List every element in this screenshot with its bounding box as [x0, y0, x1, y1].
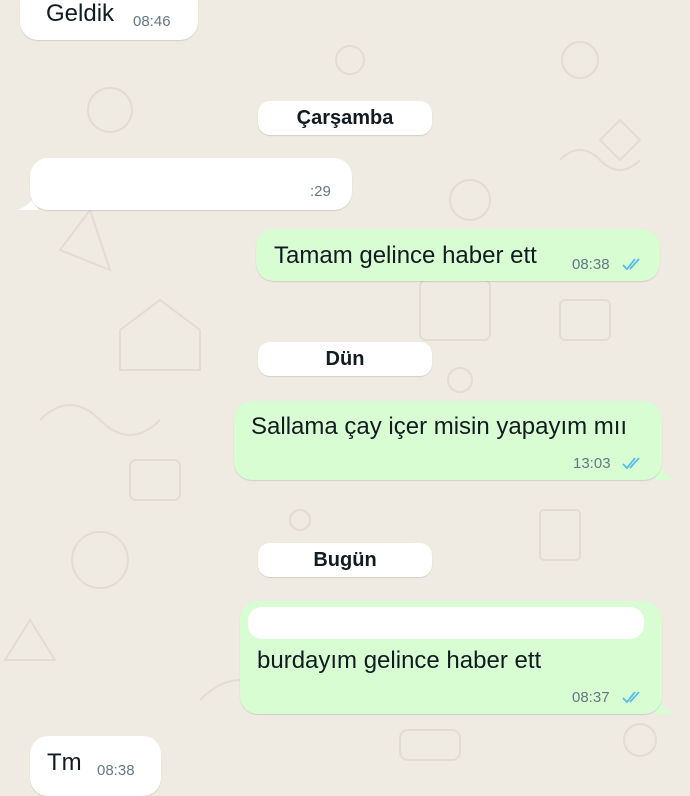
- day-separator: Bugün: [258, 543, 432, 577]
- read-double-check-icon: [622, 258, 640, 271]
- message-text: Tamam gelince haber ett: [274, 242, 537, 269]
- day-separator: Dün: [258, 342, 432, 376]
- message-bubble-incoming[interactable]: Geldik 08:46: [20, 0, 198, 40]
- message-timestamp: 08:38: [97, 762, 135, 779]
- message-timestamp: 08:46: [133, 13, 171, 30]
- message-bubble-incoming[interactable]: Tm 08:38: [30, 736, 161, 796]
- message-bubble-outgoing[interactable]: Tamam gelince haber ett 08:38: [256, 229, 660, 281]
- message-timestamp: 13:03: [573, 455, 611, 472]
- read-double-check-icon: [622, 691, 640, 704]
- message-text: Tm: [47, 749, 82, 776]
- message-timestamp: 08:37: [572, 689, 610, 706]
- message-timestamp: :29: [310, 183, 331, 200]
- message-timestamp: 08:38: [572, 256, 610, 273]
- day-separator: Çarşamba: [258, 101, 432, 135]
- message-text: Sallama çay içer misin yapayım mıı: [251, 413, 628, 440]
- message-text: burdayım gelince haber ett: [257, 647, 542, 674]
- message-bubble-outgoing[interactable]: burdayım gelince haber ett 08:37: [240, 601, 662, 714]
- message-text: Geldik: [46, 0, 115, 27]
- message-bubble-outgoing[interactable]: Sallama çay içer misin yapayım mıı 13:03: [234, 401, 662, 480]
- read-double-check-icon: [622, 457, 640, 470]
- message-bubble-incoming[interactable]: :29: [30, 158, 352, 210]
- redacted-quote: [248, 607, 644, 639]
